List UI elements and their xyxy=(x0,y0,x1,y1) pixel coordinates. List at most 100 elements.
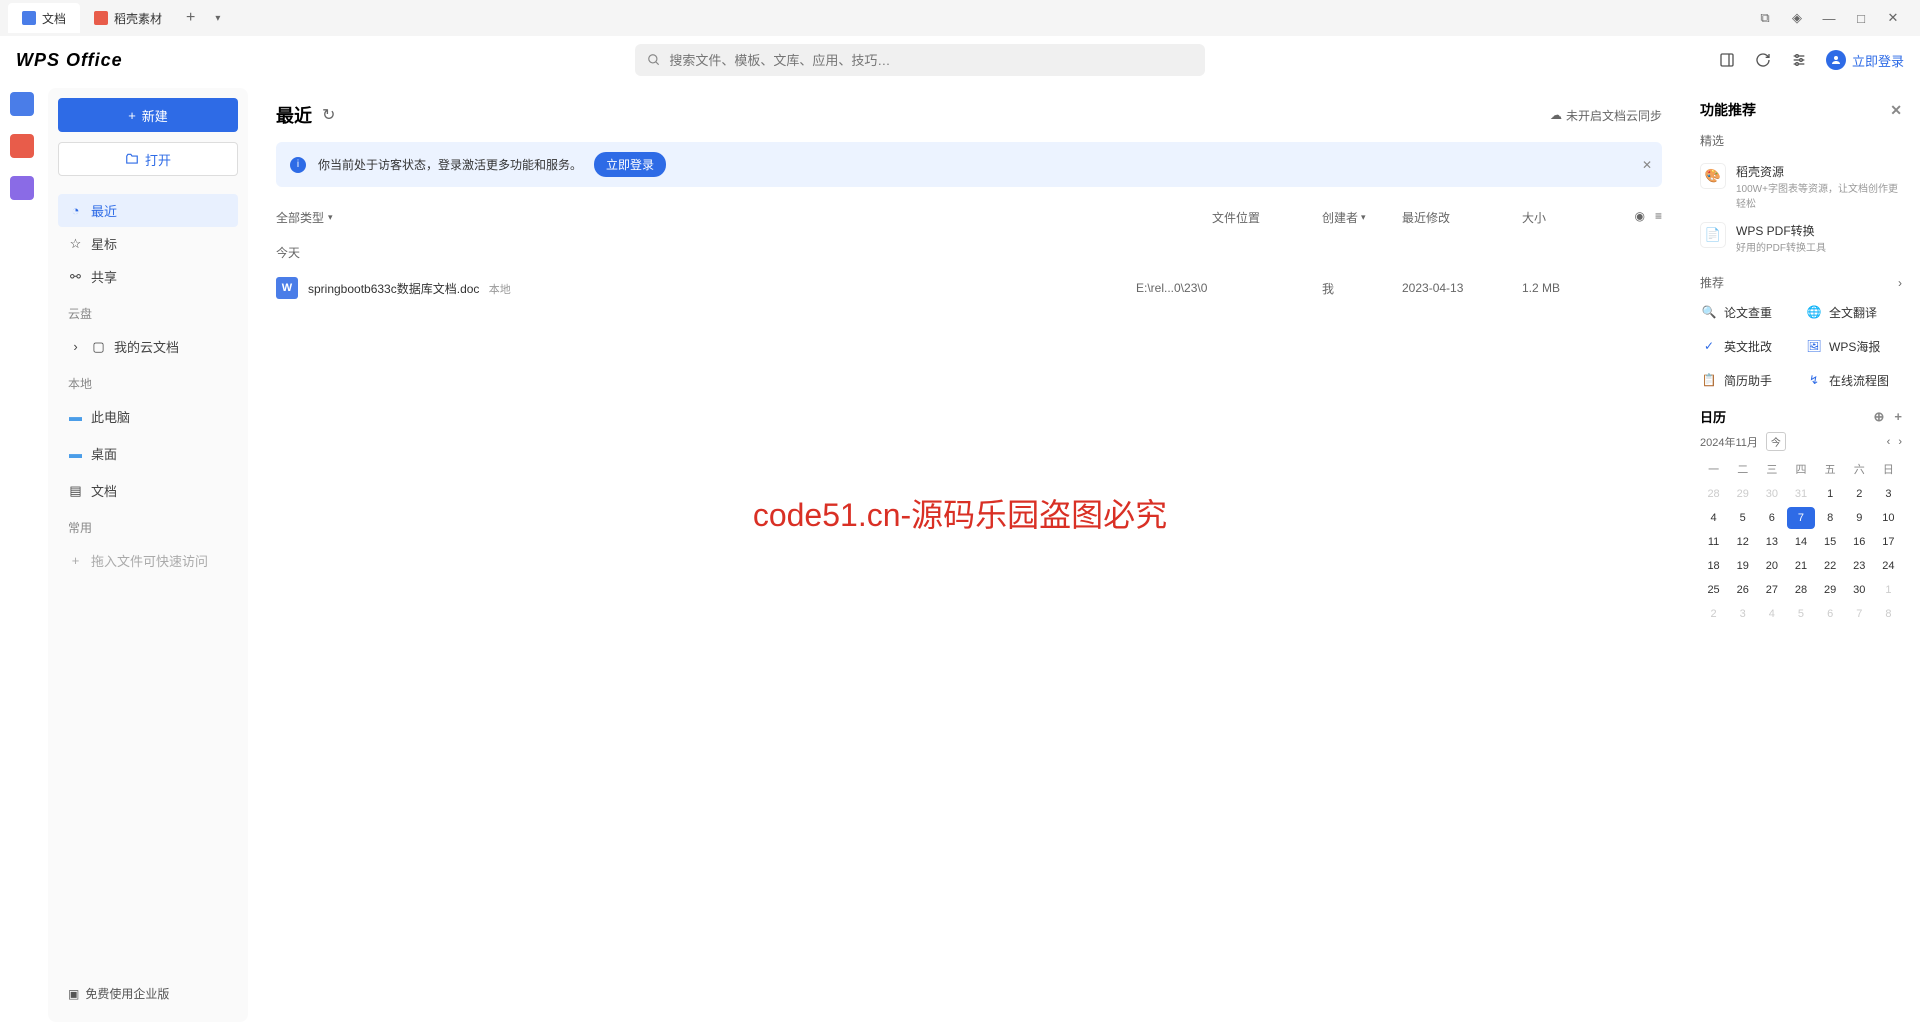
calendar-day[interactable]: 30 xyxy=(1846,579,1873,601)
featured-item-pdf[interactable]: 📄 WPS PDF转换 好用的PDF转换工具 xyxy=(1700,216,1902,260)
calendar-add-icon[interactable]: + xyxy=(1894,409,1902,425)
featured-item-daoke[interactable]: 🎨 稻壳资源 100W+字图表等资源，让文档创作更轻松 xyxy=(1700,157,1902,216)
tool-item[interactable]: 📋简历助手 xyxy=(1700,367,1797,393)
tab-dropdown[interactable]: ▾ xyxy=(205,13,230,24)
calendar-expand-icon[interactable]: ⊕ xyxy=(1874,409,1885,425)
tab-docs[interactable]: 文档 xyxy=(8,3,80,33)
calendar-day[interactable]: 27 xyxy=(1758,579,1785,601)
leftbar-app-icon[interactable] xyxy=(10,176,34,200)
calendar-day[interactable]: 29 xyxy=(1817,579,1844,601)
calendar-day[interactable]: 22 xyxy=(1817,555,1844,577)
file-name: springbootb633c数据库文档.doc xyxy=(308,282,479,296)
refresh-icon[interactable]: ↻ xyxy=(322,105,335,125)
calendar-day[interactable]: 31 xyxy=(1787,483,1814,505)
window-restore-icon[interactable]: ⧉ xyxy=(1758,11,1772,25)
sidebar-item-draghint[interactable]: + 拖入文件可快速访问 xyxy=(58,544,238,577)
chevron-right-icon[interactable]: › xyxy=(1898,276,1902,290)
calendar-day[interactable]: 17 xyxy=(1875,531,1902,553)
calendar-day[interactable]: 19 xyxy=(1729,555,1756,577)
sync-icon[interactable] xyxy=(1754,51,1772,69)
window-minimize-icon[interactable]: — xyxy=(1822,11,1836,25)
calendar-day[interactable]: 8 xyxy=(1875,603,1902,625)
calendar-day[interactable]: 1 xyxy=(1875,579,1902,601)
cal-prev-icon[interactable]: ‹ xyxy=(1887,436,1891,448)
sync-status[interactable]: ☁ 未开启文档云同步 xyxy=(1550,107,1662,124)
tool-item[interactable]: 🖼WPS海报 xyxy=(1805,333,1902,359)
cube-icon[interactable]: ◈ xyxy=(1790,11,1804,25)
calendar-day[interactable]: 4 xyxy=(1700,507,1727,529)
sidebar-item-recent[interactable]: ◔ 最近 xyxy=(58,194,238,227)
calendar-day[interactable]: 28 xyxy=(1787,579,1814,601)
tool-item[interactable]: 🔍论文查重 xyxy=(1700,299,1797,325)
calendar-day[interactable]: 9 xyxy=(1846,507,1873,529)
calendar-day[interactable]: 24 xyxy=(1875,555,1902,577)
calendar-day[interactable]: 28 xyxy=(1700,483,1727,505)
calendar-day[interactable]: 25 xyxy=(1700,579,1727,601)
calendar-day[interactable]: 12 xyxy=(1729,531,1756,553)
calendar-day[interactable]: 29 xyxy=(1729,483,1756,505)
calendar-day[interactable]: 16 xyxy=(1846,531,1873,553)
calendar-day[interactable]: 3 xyxy=(1729,603,1756,625)
calendar-day[interactable]: 2 xyxy=(1700,603,1727,625)
sidebar-footer[interactable]: ▣ 免费使用企业版 xyxy=(58,975,238,1012)
today-button[interactable]: 今 xyxy=(1766,432,1786,451)
leftbar-dk-icon[interactable] xyxy=(10,134,34,158)
calendar-day[interactable]: 5 xyxy=(1787,603,1814,625)
tool-item[interactable]: ↯在线流程图 xyxy=(1805,367,1902,393)
leftbar-calendar-icon[interactable] xyxy=(10,92,34,116)
calendar-day[interactable]: 7 xyxy=(1846,603,1873,625)
open-button[interactable]: 打开 xyxy=(58,142,238,176)
calendar-day[interactable]: 2 xyxy=(1846,483,1873,505)
eye-icon[interactable]: ◉ xyxy=(1635,209,1645,226)
calendar-day[interactable]: 7 xyxy=(1787,507,1814,529)
tool-label: 英文批改 xyxy=(1724,338,1772,355)
layout-icon[interactable] xyxy=(1718,51,1736,69)
sidebar-item-docs[interactable]: ▤ 文档 xyxy=(58,474,238,507)
new-button[interactable]: + 新建 xyxy=(58,98,238,132)
tab-new[interactable]: + xyxy=(176,9,205,27)
calendar-day[interactable]: 18 xyxy=(1700,555,1727,577)
close-icon[interactable]: ✕ xyxy=(1890,102,1902,119)
calendar-day[interactable]: 1 xyxy=(1817,483,1844,505)
cal-next-icon[interactable]: › xyxy=(1898,436,1902,448)
settings-icon[interactable] xyxy=(1790,51,1808,69)
calendar-day[interactable]: 23 xyxy=(1846,555,1873,577)
calendar-day[interactable]: 11 xyxy=(1700,531,1727,553)
search-input[interactable] xyxy=(669,53,1193,68)
window-maximize-icon[interactable]: □ xyxy=(1854,11,1868,25)
calendar-day[interactable]: 21 xyxy=(1787,555,1814,577)
col-location[interactable]: 文件位置 xyxy=(1212,209,1322,226)
tool-item[interactable]: ✓英文批改 xyxy=(1700,333,1797,359)
window-close-icon[interactable]: ✕ xyxy=(1886,11,1900,25)
calendar-day[interactable]: 10 xyxy=(1875,507,1902,529)
banner-close-icon[interactable]: ✕ xyxy=(1642,158,1652,172)
sidebar-item-starred[interactable]: ☆ 星标 xyxy=(58,227,238,260)
calendar-day[interactable]: 14 xyxy=(1787,531,1814,553)
col-modified[interactable]: 最近修改 xyxy=(1402,209,1522,226)
calendar-day[interactable]: 4 xyxy=(1758,603,1785,625)
sidebar-item-desktop[interactable]: ▬ 桌面 xyxy=(58,437,238,470)
col-size[interactable]: 大小 xyxy=(1522,209,1602,226)
login-button[interactable]: 立即登录 xyxy=(1826,50,1904,70)
tab-dkz[interactable]: 稻壳素材 xyxy=(80,3,176,33)
sidebar-item-mycloud[interactable]: › ▢ 我的云文档 xyxy=(58,330,238,363)
filter-icon[interactable]: ≡ xyxy=(1655,209,1662,226)
calendar-day[interactable]: 6 xyxy=(1817,603,1844,625)
calendar-day[interactable]: 5 xyxy=(1729,507,1756,529)
col-creator[interactable]: 创建者 ▾ xyxy=(1322,209,1402,226)
col-type[interactable]: 全部类型 ▾ xyxy=(276,209,476,226)
search-box[interactable] xyxy=(635,44,1205,76)
sidebar-item-shared[interactable]: ⚯ 共享 xyxy=(58,260,238,293)
calendar-day[interactable]: 15 xyxy=(1817,531,1844,553)
tool-item[interactable]: 🌐全文翻译 xyxy=(1805,299,1902,325)
calendar-day[interactable]: 13 xyxy=(1758,531,1785,553)
calendar-day[interactable]: 26 xyxy=(1729,579,1756,601)
sidebar-item-thispc[interactable]: ▬ 此电脑 xyxy=(58,400,238,433)
calendar-day[interactable]: 8 xyxy=(1817,507,1844,529)
calendar-day[interactable]: 6 xyxy=(1758,507,1785,529)
calendar-day[interactable]: 3 xyxy=(1875,483,1902,505)
calendar-day[interactable]: 20 xyxy=(1758,555,1785,577)
file-row[interactable]: W springbootb633c数据库文档.doc 本地 E:\rel...0… xyxy=(276,269,1662,307)
banner-login-button[interactable]: 立即登录 xyxy=(594,152,666,177)
calendar-day[interactable]: 30 xyxy=(1758,483,1785,505)
